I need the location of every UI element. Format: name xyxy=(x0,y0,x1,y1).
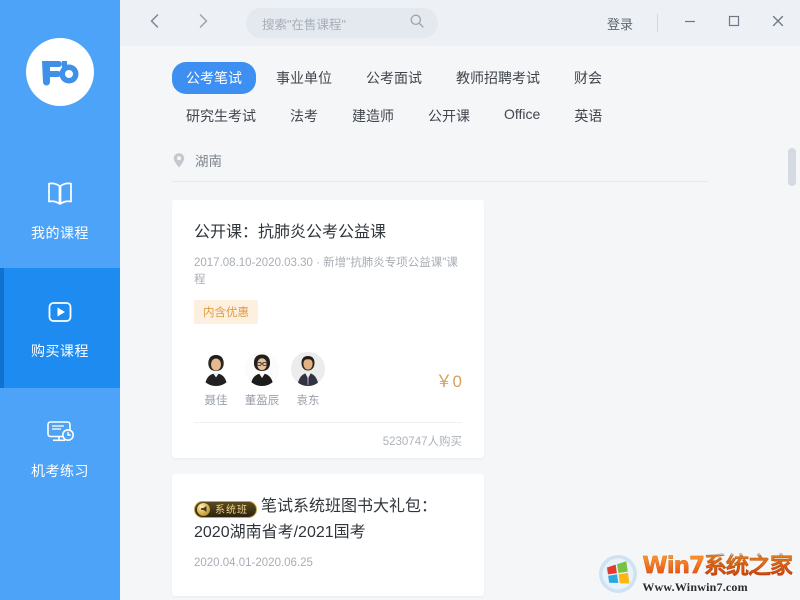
chevron-left-icon xyxy=(146,12,164,35)
course-price: ￥0 xyxy=(435,372,462,391)
teacher-list: 聂佳 董盈辰 袁东 xyxy=(194,352,332,408)
location-filter[interactable]: 湖南 xyxy=(172,150,708,182)
minimize-button[interactable] xyxy=(668,0,712,46)
tab-yingyu[interactable]: 英语 xyxy=(560,100,616,132)
book-icon xyxy=(44,177,76,211)
teacher-name: 聂佳 xyxy=(204,395,228,407)
sidebar: 我的课程 购买课程 机考练习 xyxy=(0,0,120,600)
promo-tag: 内含优惠 xyxy=(194,300,258,324)
teacher-item[interactable]: 袁东 xyxy=(286,352,330,408)
location-pin-icon xyxy=(172,152,186,169)
course-footer: 5230747人购买 xyxy=(194,422,462,458)
course-teacher-row: 聂佳 董盈辰 袁东 ￥0 xyxy=(194,352,462,408)
teacher-item[interactable]: 聂佳 xyxy=(194,352,238,408)
teacher-name: 袁东 xyxy=(296,395,320,407)
main-area: 搜索"在售课程" 登录 公考笔试 事业单位 公考面试 教师招聘考试 财会 研究生… xyxy=(120,0,800,600)
titlebar-separator xyxy=(657,14,658,32)
app-window: 我的课程 购买课程 机考练习 搜索"在售课程" 登录 公考笔试 事业单位 公考面… xyxy=(0,0,800,600)
titlebar: 搜索"在售课程" 登录 xyxy=(120,0,800,46)
category-tabs: 公考笔试 事业单位 公考面试 教师招聘考试 财会 研究生考试 法考 建造师 公开… xyxy=(172,46,724,138)
avatar xyxy=(199,352,233,386)
content-pane: 公考笔试 事业单位 公考面试 教师招聘考试 财会 研究生考试 法考 建造师 公开… xyxy=(120,46,800,596)
tab-gongkao-bishi[interactable]: 公考笔试 xyxy=(172,62,256,94)
avatar xyxy=(245,352,279,386)
avatar xyxy=(291,352,325,386)
scrollbar-thumb[interactable] xyxy=(788,148,796,186)
tab-shiye-danwei[interactable]: 事业单位 xyxy=(262,62,346,94)
chevron-right-icon xyxy=(194,12,212,35)
course-date: 2017.08.10-2020.03.30 · 新增"抗肺炎专项公益课"课程 xyxy=(194,255,462,289)
maximize-button[interactable] xyxy=(712,0,756,46)
sidebar-item-exam-practice[interactable]: 机考练习 xyxy=(0,388,120,508)
course-date-range: 2020.04.01-2020.06.25 xyxy=(194,557,313,569)
sidebar-item-label: 机考练习 xyxy=(31,463,89,479)
teacher-name: 董盈辰 xyxy=(244,395,280,407)
maximize-icon xyxy=(726,13,742,34)
system-class-badge: 系统班 xyxy=(194,501,257,518)
tab-gongkaike[interactable]: 公开课 xyxy=(414,100,484,132)
course-card[interactable]: 系统班 笔试系统班图书大礼包：2020湖南省考/2021国考 2020.04.01… xyxy=(172,474,484,596)
course-date: 2020.04.01-2020.06.25 xyxy=(194,555,462,572)
tab-jiaoshi-zhaopin[interactable]: 教师招聘考试 xyxy=(442,62,554,94)
tab-caikuai[interactable]: 财会 xyxy=(560,62,616,94)
tab-yanjiusheng[interactable]: 研究生考试 xyxy=(172,100,270,132)
tab-office[interactable]: Office xyxy=(490,100,554,132)
sidebar-item-label: 购买课程 xyxy=(31,343,89,359)
course-title: 公开课：抗肺炎公考公益课 xyxy=(194,224,387,241)
search-icon[interactable] xyxy=(409,13,425,34)
back-button[interactable] xyxy=(138,6,172,40)
course-list: 公开课：抗肺炎公考公益课 2017.08.10-2020.03.30 · 新增"… xyxy=(172,200,800,596)
monitor-clock-icon xyxy=(44,415,76,449)
course-card[interactable]: 公开课：抗肺炎公考公益课 2017.08.10-2020.03.30 · 新增"… xyxy=(172,200,484,458)
course-tag-row: 内含优惠 xyxy=(194,300,462,324)
tab-fakao[interactable]: 法考 xyxy=(276,100,332,132)
purchase-count: 5230747人购买 xyxy=(382,435,462,448)
app-logo xyxy=(26,38,94,106)
titlebar-right: 登录 xyxy=(593,0,800,46)
vertical-scrollbar[interactable] xyxy=(788,48,796,596)
close-button[interactable] xyxy=(756,0,800,46)
tab-jianzaoshi[interactable]: 建造师 xyxy=(338,100,408,132)
search-placeholder: 搜索"在售课程" xyxy=(262,17,346,32)
minimize-icon xyxy=(682,13,698,34)
location-value: 湖南 xyxy=(195,154,222,169)
sidebar-item-my-courses[interactable]: 我的课程 xyxy=(0,150,120,270)
login-button[interactable]: 登录 xyxy=(593,14,647,33)
close-icon xyxy=(770,13,786,34)
sidebar-item-label: 我的课程 xyxy=(31,225,89,241)
sidebar-item-buy-courses[interactable]: 购买课程 xyxy=(0,268,120,388)
search-input[interactable]: 搜索"在售课程" xyxy=(246,8,438,38)
tab-gongkao-mianshi[interactable]: 公考面试 xyxy=(352,62,436,94)
forward-button[interactable] xyxy=(186,6,220,40)
course-title: 系统班 笔试系统班图书大礼包：2020湖南省考/2021国考 xyxy=(194,494,462,546)
play-video-icon xyxy=(44,295,76,329)
teacher-item[interactable]: 董盈辰 xyxy=(240,352,284,408)
course-date-range: 2017.08.10-2020.03.30 xyxy=(194,257,313,269)
